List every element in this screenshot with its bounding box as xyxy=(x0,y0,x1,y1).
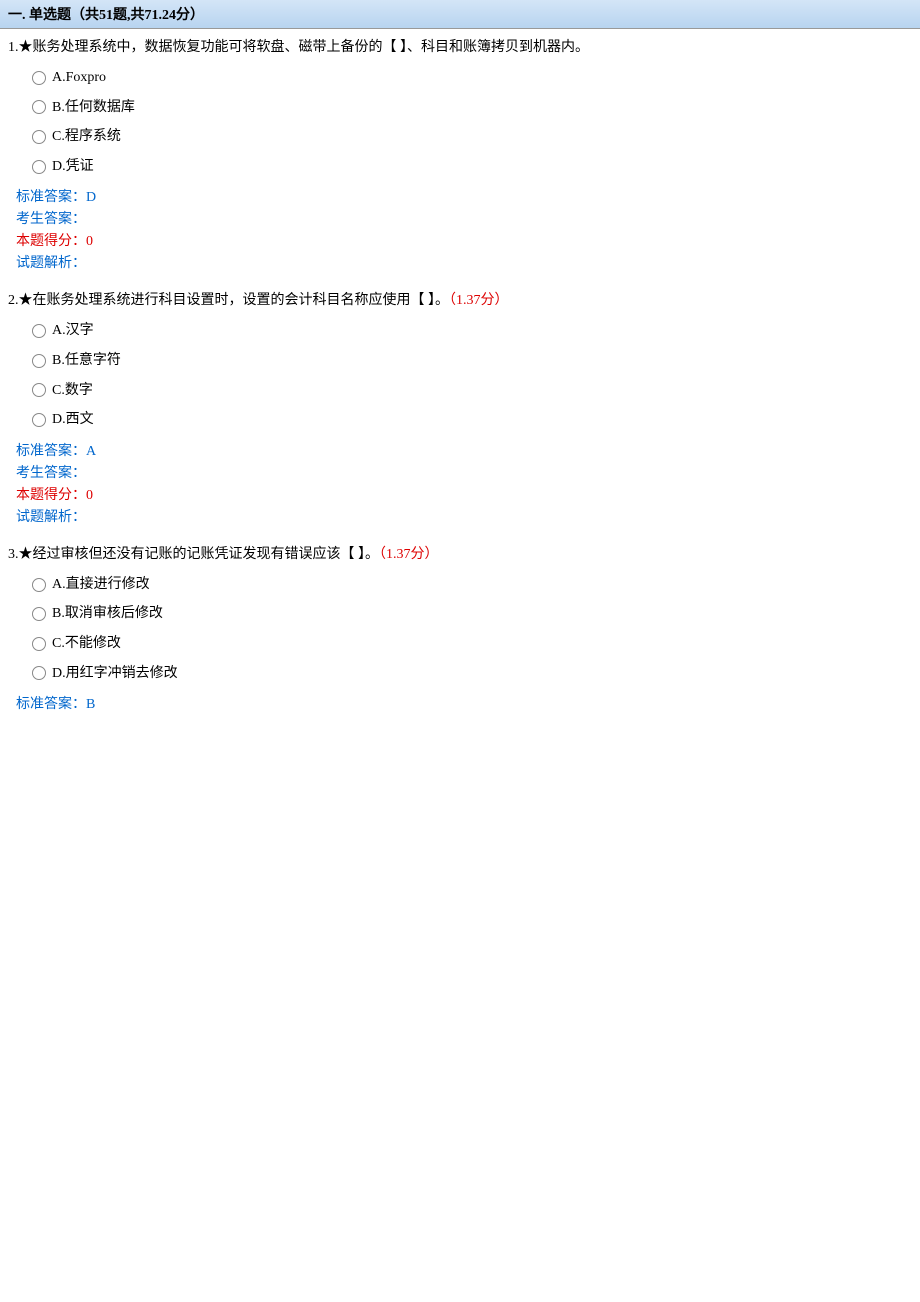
question-number: 1. xyxy=(8,40,19,55)
question-block: 3.★经过审核但还没有记账的记账凭证发现有错误应该【 】。（1.37分） A.直… xyxy=(0,536,920,723)
option-row[interactable]: B.取消审核后修改 xyxy=(32,604,912,624)
star-icon: ★ xyxy=(19,293,33,308)
student-answer-label: 考生答案： xyxy=(16,212,86,227)
radio-icon[interactable] xyxy=(32,383,46,397)
option-label: B.取消审核后修改 xyxy=(52,604,163,624)
star-icon: ★ xyxy=(19,547,33,562)
radio-icon[interactable] xyxy=(32,160,46,174)
section-title: 一. 单选题（共51题,共71.24分） xyxy=(8,8,204,23)
question-body: 账务处理系统中，数据恢复功能可将软盘、磁带上备份的【 】、科目和账簿拷贝到机器内… xyxy=(33,40,590,55)
question-text: 2.★在账务处理系统进行科目设置时，设置的会计科目名称应使用【 】。（1.37分… xyxy=(8,290,912,311)
option-row[interactable]: A.汉字 xyxy=(32,321,912,341)
standard-answer-value: A xyxy=(86,444,96,459)
score: 本题得分：0 xyxy=(8,484,912,504)
option-label: D.西文 xyxy=(52,410,94,430)
star-icon: ★ xyxy=(19,40,33,55)
option-row[interactable]: D.凭证 xyxy=(32,157,912,177)
option-label: C.程序系统 xyxy=(52,127,121,147)
radio-icon[interactable] xyxy=(32,354,46,368)
option-row[interactable]: D.用红字冲销去修改 xyxy=(32,664,912,684)
analysis: 试题解析： xyxy=(8,252,912,272)
standard-answer: 标准答案：A xyxy=(8,440,912,460)
analysis-label: 试题解析： xyxy=(16,256,86,271)
standard-answer: 标准答案：B xyxy=(8,693,912,713)
radio-icon[interactable] xyxy=(32,100,46,114)
question-block: 2.★在账务处理系统进行科目设置时，设置的会计科目名称应使用【 】。（1.37分… xyxy=(0,282,920,535)
option-label: B.任意字符 xyxy=(52,351,121,371)
options-list: A.汉字 B.任意字符 C.数字 D.西文 xyxy=(8,321,912,429)
score-label: 本题得分： xyxy=(16,488,86,503)
score-value: 0 xyxy=(86,234,93,249)
radio-icon[interactable] xyxy=(32,71,46,85)
section-header: 一. 单选题（共51题,共71.24分） xyxy=(0,0,920,29)
question-points: （1.37分） xyxy=(449,293,509,308)
radio-icon[interactable] xyxy=(32,578,46,592)
option-row[interactable]: C.数字 xyxy=(32,381,912,401)
question-points: （1.37分） xyxy=(379,547,439,562)
score-label: 本题得分： xyxy=(16,234,86,249)
score-value: 0 xyxy=(86,488,93,503)
student-answer-label: 考生答案： xyxy=(16,466,86,481)
option-row[interactable]: C.不能修改 xyxy=(32,634,912,654)
standard-answer-label: 标准答案： xyxy=(16,444,86,459)
option-label: D.用红字冲销去修改 xyxy=(52,664,178,684)
question-text: 3.★经过审核但还没有记账的记账凭证发现有错误应该【 】。（1.37分） xyxy=(8,544,912,565)
standard-answer-label: 标准答案： xyxy=(16,190,86,205)
option-label: C.数字 xyxy=(52,381,93,401)
option-label: A.Foxpro xyxy=(52,68,106,88)
option-label: C.不能修改 xyxy=(52,634,121,654)
standard-answer: 标准答案：D xyxy=(8,186,912,206)
option-label: A.汉字 xyxy=(52,321,94,341)
option-row[interactable]: D.西文 xyxy=(32,410,912,430)
score: 本题得分：0 xyxy=(8,230,912,250)
option-row[interactable]: A.直接进行修改 xyxy=(32,575,912,595)
radio-icon[interactable] xyxy=(32,637,46,651)
option-label: A.直接进行修改 xyxy=(52,575,150,595)
student-answer: 考生答案： xyxy=(8,462,912,482)
standard-answer-label: 标准答案： xyxy=(16,697,86,712)
radio-icon[interactable] xyxy=(32,130,46,144)
question-text: 1.★账务处理系统中，数据恢复功能可将软盘、磁带上备份的【 】、科目和账簿拷贝到… xyxy=(8,37,912,58)
standard-answer-value: B xyxy=(86,697,95,712)
question-body: 经过审核但还没有记账的记账凭证发现有错误应该【 】。 xyxy=(33,547,380,562)
option-row[interactable]: B.任何数据库 xyxy=(32,98,912,118)
option-label: D.凭证 xyxy=(52,157,94,177)
radio-icon[interactable] xyxy=(32,413,46,427)
question-number: 2. xyxy=(8,293,19,308)
question-number: 3. xyxy=(8,547,19,562)
options-list: A.直接进行修改 B.取消审核后修改 C.不能修改 D.用红字冲销去修改 xyxy=(8,575,912,683)
analysis-label: 试题解析： xyxy=(16,510,86,525)
radio-icon[interactable] xyxy=(32,607,46,621)
option-label: B.任何数据库 xyxy=(52,98,135,118)
option-row[interactable]: A.Foxpro xyxy=(32,68,912,88)
student-answer: 考生答案： xyxy=(8,208,912,228)
radio-icon[interactable] xyxy=(32,324,46,338)
standard-answer-value: D xyxy=(86,190,96,205)
options-list: A.Foxpro B.任何数据库 C.程序系统 D.凭证 xyxy=(8,68,912,176)
radio-icon[interactable] xyxy=(32,666,46,680)
question-body: 在账务处理系统进行科目设置时，设置的会计科目名称应使用【 】。 xyxy=(33,293,450,308)
option-row[interactable]: C.程序系统 xyxy=(32,127,912,147)
analysis: 试题解析： xyxy=(8,506,912,526)
question-block: 1.★账务处理系统中，数据恢复功能可将软盘、磁带上备份的【 】、科目和账簿拷贝到… xyxy=(0,29,920,282)
option-row[interactable]: B.任意字符 xyxy=(32,351,912,371)
